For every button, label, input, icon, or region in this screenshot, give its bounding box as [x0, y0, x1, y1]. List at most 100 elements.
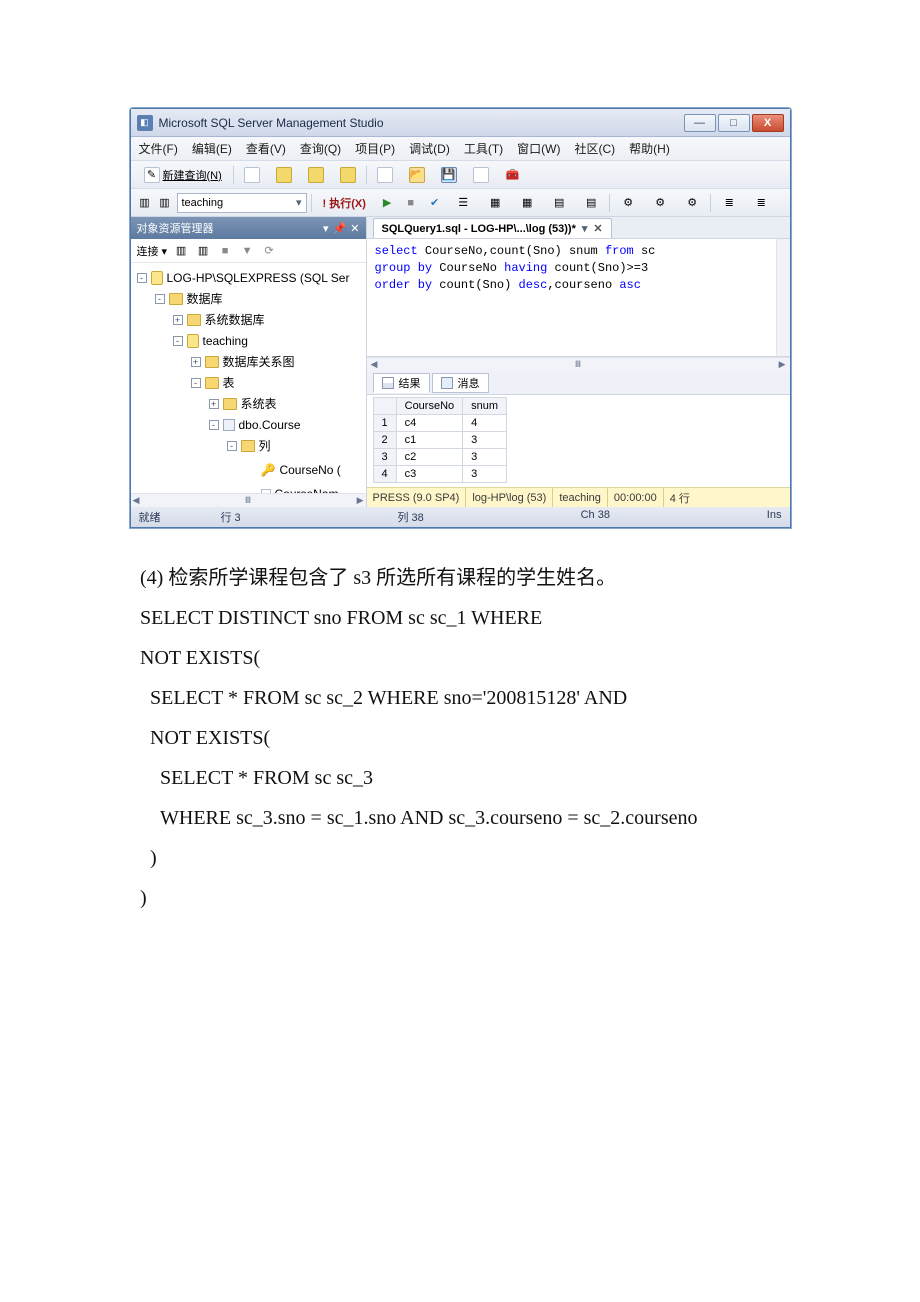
save-icon: 💾: [441, 167, 457, 183]
toolbar-btn[interactable]: ☰: [449, 193, 477, 213]
menu-window[interactable]: 窗口(W): [517, 140, 560, 157]
key-icon: 🔑: [261, 460, 276, 480]
connect-icon[interactable]: ▥: [173, 243, 189, 259]
status-database: teaching: [552, 488, 607, 507]
tree-col[interactable]: CourseNo (: [279, 460, 340, 480]
grid-row-header[interactable]: 1: [373, 415, 396, 432]
results-grid[interactable]: CourseNo snum 1 c4 4 2 c1 3: [367, 395, 790, 487]
filter-icon[interactable]: ▼: [239, 243, 255, 259]
grid-cell[interactable]: 3: [463, 432, 507, 449]
grid-cell[interactable]: 3: [463, 466, 507, 483]
close-icon[interactable]: ✕: [593, 222, 602, 235]
tree-teaching[interactable]: teaching: [203, 331, 248, 351]
menu-debug[interactable]: 调试(D): [409, 140, 450, 157]
maximize-button[interactable]: □: [718, 114, 750, 132]
title-bar[interactable]: ◧ Microsoft SQL Server Management Studio…: [131, 109, 790, 137]
toolbar-btn[interactable]: ≣: [747, 193, 775, 213]
grid-row-header[interactable]: 4: [373, 466, 396, 483]
grid-col-header[interactable]: snum: [463, 398, 507, 415]
grid-col-header[interactable]: CourseNo: [396, 398, 463, 415]
toolbar-btn[interactable]: [270, 165, 298, 185]
query-tab-title: SQLQuery1.sql - LOG-HP\...\log (53))*: [382, 223, 576, 235]
database-combo-value: teaching: [182, 197, 224, 209]
close-button[interactable]: X: [752, 114, 784, 132]
grid-cell[interactable]: c4: [396, 415, 463, 432]
grid-cell[interactable]: c1: [396, 432, 463, 449]
chevron-down-icon[interactable]: ▾: [323, 222, 329, 235]
sql-editor[interactable]: select CourseNo,count(Sno) snum from sc …: [367, 239, 790, 357]
toolbar-btn[interactable]: 🧰: [499, 165, 527, 185]
tree-diagram[interactable]: 数据库关系图: [223, 352, 295, 372]
grid-cell[interactable]: 4: [463, 415, 507, 432]
status-ins: Ins: [767, 509, 782, 525]
app-status-bar: 就绪 行 3 列 38 Ch 38 Ins: [131, 507, 790, 527]
menu-file[interactable]: 文件(F): [139, 140, 178, 157]
status-line: 行 3: [221, 509, 241, 525]
tree-course[interactable]: dbo.Course: [239, 415, 301, 435]
toolbar-btn[interactable]: [302, 165, 330, 185]
tree-sysdb[interactable]: 系统数据库: [205, 310, 265, 330]
menu-edit[interactable]: 编辑(E): [192, 140, 232, 157]
grid-cell[interactable]: c2: [396, 449, 463, 466]
tree-server[interactable]: LOG-HP\SQLEXPRESS (SQL Ser: [167, 268, 350, 288]
toolbar-btn[interactable]: [238, 165, 266, 185]
toolbar-btn[interactable]: ⚙: [614, 193, 642, 213]
minimize-button[interactable]: —: [684, 114, 716, 132]
toolbar-btn[interactable]: ▤: [545, 193, 573, 213]
toolbar-btn[interactable]: ≣: [715, 193, 743, 213]
menu-community[interactable]: 社区(C): [574, 140, 615, 157]
menu-help[interactable]: 帮助(H): [629, 140, 670, 157]
messages-tab[interactable]: 消息: [432, 373, 489, 393]
menu-query[interactable]: 查询(Q): [300, 140, 341, 157]
vertical-scrollbar[interactable]: [776, 239, 790, 356]
tree-cols[interactable]: 列: [259, 436, 271, 456]
menu-view[interactable]: 查看(V): [246, 140, 286, 157]
connect-button[interactable]: 连接 ▾: [137, 243, 168, 259]
pin-icon[interactable]: 📌: [333, 222, 347, 235]
options-icon: ⚙: [684, 195, 700, 211]
new-query-button[interactable]: ✎ 新建查询(N): [137, 165, 229, 185]
toolbar-btn[interactable]: ▦: [481, 193, 509, 213]
close-icon[interactable]: ✕: [350, 222, 359, 235]
parse-button[interactable]: ✔: [424, 193, 445, 213]
results-tab[interactable]: 结果: [373, 373, 430, 393]
toolbar-btn[interactable]: ⚙: [678, 193, 706, 213]
toolbar-btn[interactable]: [334, 165, 362, 185]
toolbar-btn[interactable]: ▤: [577, 193, 605, 213]
horizontal-scrollbar[interactable]: ◀Ⅲ▶: [367, 357, 790, 371]
tree-col[interactable]: CourseNam: [275, 484, 339, 493]
toolbar-btn[interactable]: [371, 165, 399, 185]
grid-cell[interactable]: 3: [463, 449, 507, 466]
tree-tables[interactable]: 表: [223, 373, 235, 393]
page-icon: [473, 167, 489, 183]
status-ready: 就绪: [139, 509, 161, 525]
object-explorer-header[interactable]: 对象资源管理器 ▾ 📌 ✕: [131, 217, 366, 239]
stop-icon[interactable]: ■: [217, 243, 233, 259]
disconnect-icon[interactable]: ▥: [195, 243, 211, 259]
tree-systables[interactable]: 系统表: [241, 394, 277, 414]
open-button[interactable]: 📂: [403, 165, 431, 185]
change-db-icon[interactable]: ▥: [157, 195, 173, 211]
menu-project[interactable]: 项目(P): [355, 140, 395, 157]
refresh-icon[interactable]: ⟳: [261, 243, 277, 259]
grid-row-header[interactable]: 3: [373, 449, 396, 466]
change-db-icon[interactable]: ▥: [137, 195, 153, 211]
save-button[interactable]: 💾: [435, 165, 463, 185]
toolbar-btn[interactable]: ▦: [513, 193, 541, 213]
grid-cell[interactable]: c3: [396, 466, 463, 483]
stop-button[interactable]: ■: [401, 193, 420, 213]
horizontal-scrollbar[interactable]: ◀Ⅲ▶: [131, 493, 366, 507]
database-combo[interactable]: teaching ▾: [177, 193, 307, 213]
toolbar-btn[interactable]: ⚙: [646, 193, 674, 213]
grid-corner: [373, 398, 396, 415]
chevron-down-icon[interactable]: ▾: [582, 222, 588, 235]
debug-button[interactable]: ▶: [377, 193, 397, 213]
db-icon: [340, 167, 356, 183]
execute-button[interactable]: ! 执行(X): [316, 193, 373, 213]
grid-row-header[interactable]: 2: [373, 432, 396, 449]
query-tab[interactable]: SQLQuery1.sql - LOG-HP\...\log (53))* ▾ …: [373, 218, 612, 238]
object-explorer-tree[interactable]: -LOG-HP\SQLEXPRESS (SQL Ser -数据库 +系统数据库 …: [131, 263, 366, 493]
toolbar-btn[interactable]: [467, 165, 495, 185]
tree-databases[interactable]: 数据库: [187, 289, 223, 309]
menu-tools[interactable]: 工具(T): [464, 140, 503, 157]
